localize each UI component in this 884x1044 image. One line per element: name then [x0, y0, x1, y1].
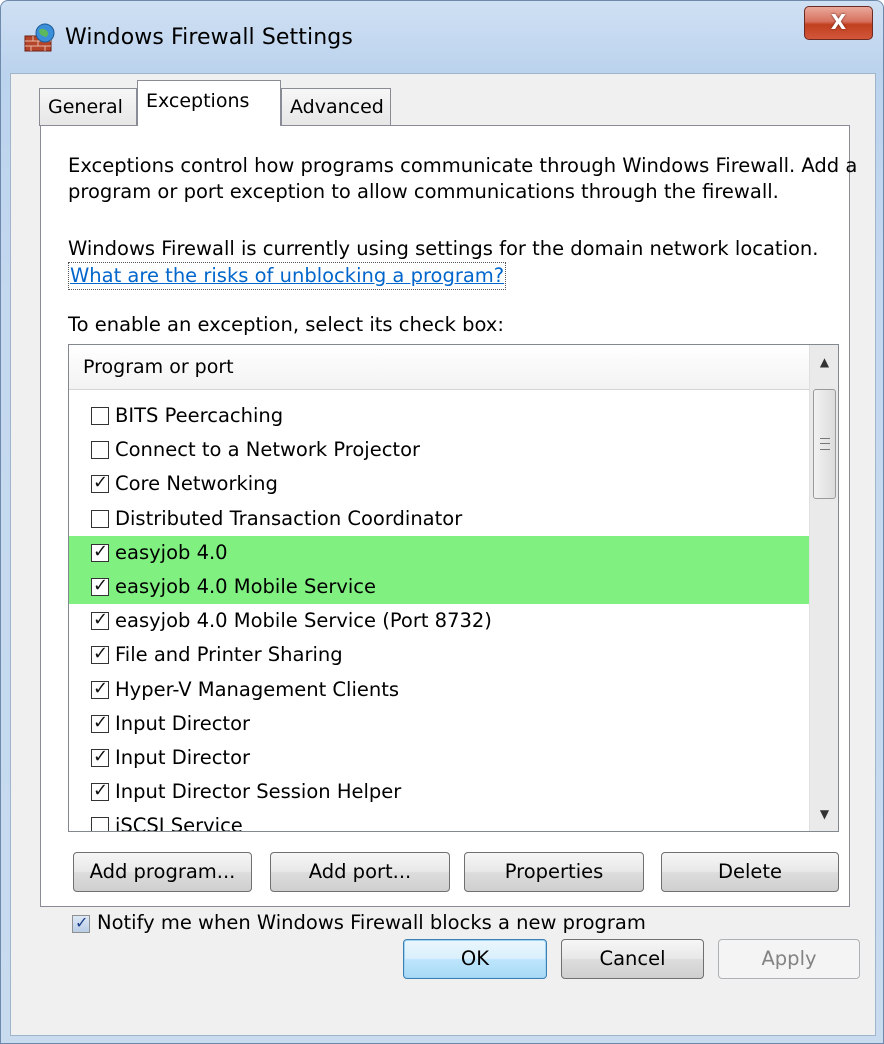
scroll-up-icon[interactable]: ▲ [810, 345, 838, 379]
exceptions-description: Exceptions control how programs communic… [68, 154, 858, 203]
exceptions-rows: BITS Peercaching Connect to a Network Pro… [69, 399, 809, 832]
exception-label: iSCSI Service [115, 814, 243, 832]
exception-checkbox[interactable]: ✓ [91, 746, 109, 767]
notify-checkbox[interactable]: ✓ [72, 913, 90, 933]
exception-checkbox[interactable]: ✓ [91, 678, 109, 699]
checkmark-icon: ✓ [93, 745, 109, 767]
list-item[interactable]: ✓ Input Director [69, 707, 809, 741]
list-item[interactable]: Distributed Transaction Coordinator [69, 502, 809, 536]
checkmark-icon: ✓ [93, 677, 109, 699]
exception-label: BITS Peercaching [115, 404, 284, 427]
exception-label: easyjob 4.0 Mobile Service (Port 8732) [115, 609, 492, 633]
exception-label: easyjob 4.0 [115, 540, 228, 564]
ok-button[interactable]: OK [403, 939, 547, 979]
exception-checkbox[interactable]: ✓ [91, 609, 109, 631]
exception-label: Connect to a Network Projector [115, 438, 421, 462]
checkmark-icon: ✓ [93, 711, 109, 733]
risks-help-link[interactable]: What are the risks of unblocking a progr… [68, 262, 507, 290]
exception-label: Input Director Session Helper [115, 780, 402, 804]
exception-label: Core Networking [115, 472, 278, 496]
checkmark-icon: ✓ [93, 540, 109, 562]
exception-checkbox[interactable]: ✓ [91, 472, 109, 494]
properties-button[interactable]: Properties [464, 852, 644, 892]
exception-checkbox[interactable] [91, 509, 109, 528]
exception-checkbox[interactable]: ✓ [91, 541, 109, 562]
list-item[interactable]: ✓ Input Director Session Helper [69, 775, 809, 809]
list-item[interactable]: ✓ easyjob 4.0 Mobile Service [69, 569, 809, 605]
exceptions-panel: Exceptions control how programs communic… [40, 125, 857, 934]
exception-label: easyjob 4.0 Mobile Service [115, 574, 377, 598]
select-exception-label: To enable an exception, select its check… [68, 313, 504, 336]
exception-label: Input Director [115, 711, 251, 735]
exception-checkbox[interactable]: ✓ [91, 575, 109, 596]
cancel-button[interactable]: Cancel [561, 939, 704, 979]
window-title: Windows Firewall Settings [65, 25, 353, 50]
checkmark-icon: ✓ [93, 472, 109, 494]
tab-advanced[interactable]: Advanced [281, 88, 391, 126]
checkmark-icon: ✓ [75, 913, 89, 932]
close-button[interactable]: X [804, 6, 873, 40]
exception-checkbox[interactable]: ✓ [91, 780, 109, 802]
list-item[interactable]: Connect to a Network Projector [69, 433, 809, 467]
exception-checkbox[interactable] [91, 817, 109, 831]
exception-checkbox[interactable] [91, 407, 109, 425]
list-item[interactable]: ✓ Core Networking [69, 467, 809, 501]
exceptions-list[interactable]: Program or port BITS Peercaching Connect … [68, 344, 839, 832]
checkmark-icon: ✓ [93, 643, 109, 665]
add-program-button[interactable]: Add program... [73, 852, 252, 892]
list-item[interactable]: BITS Peercaching [69, 399, 809, 433]
exception-label: Hyper-V Management Clients [115, 677, 400, 701]
list-item[interactable]: ✓ File and Printer Sharing [69, 638, 809, 672]
checkmark-icon: ✓ [93, 609, 109, 631]
notify-label[interactable]: Notify me when Windows Firewall blocks a… [97, 910, 646, 936]
list-item[interactable]: ✓ easyjob 4.0 Mobile Service (Port 8732) [69, 604, 809, 638]
column-header-program-or-port[interactable]: Program or port [69, 345, 809, 390]
list-item[interactable]: ✓ Hyper-V Management Clients [69, 673, 809, 707]
exception-checkbox[interactable]: ✓ [91, 643, 109, 665]
grip-icon [820, 438, 830, 450]
tab-general[interactable]: General [39, 88, 137, 126]
apply-button[interactable]: Apply [718, 939, 860, 979]
network-location-text: Windows Firewall is currently using sett… [68, 237, 819, 260]
firewall-icon [24, 23, 55, 52]
checkmark-icon: ✓ [93, 780, 109, 802]
exception-label: Input Director [115, 745, 251, 769]
delete-button[interactable]: Delete [661, 852, 839, 892]
list-item[interactable]: ✓ easyjob 4.0 [69, 535, 809, 570]
firewall-settings-window: Windows Firewall Settings X General Exce… [0, 0, 884, 1044]
scroll-down-icon[interactable]: ▼ [810, 797, 838, 831]
checkmark-icon: ✓ [93, 574, 109, 596]
list-item[interactable]: iSCSI Service [69, 809, 809, 832]
exception-checkbox[interactable]: ✓ [91, 712, 109, 733]
exception-checkbox[interactable] [91, 441, 109, 460]
tab-exceptions[interactable]: Exceptions [137, 80, 281, 126]
vertical-scrollbar[interactable]: ▲ ▼ [809, 345, 838, 831]
close-icon: X [830, 10, 847, 34]
add-port-button[interactable]: Add port... [270, 852, 450, 892]
list-item[interactable]: ✓ Input Director [69, 741, 809, 775]
scroll-thumb[interactable] [813, 389, 836, 499]
exception-label: Distributed Transaction Coordinator [115, 506, 463, 530]
title-bar[interactable]: Windows Firewall Settings X [1, 1, 884, 73]
exception-label: File and Printer Sharing [115, 643, 343, 667]
dialog-client-area: General Exceptions Advanced Exceptions c… [10, 73, 876, 1036]
